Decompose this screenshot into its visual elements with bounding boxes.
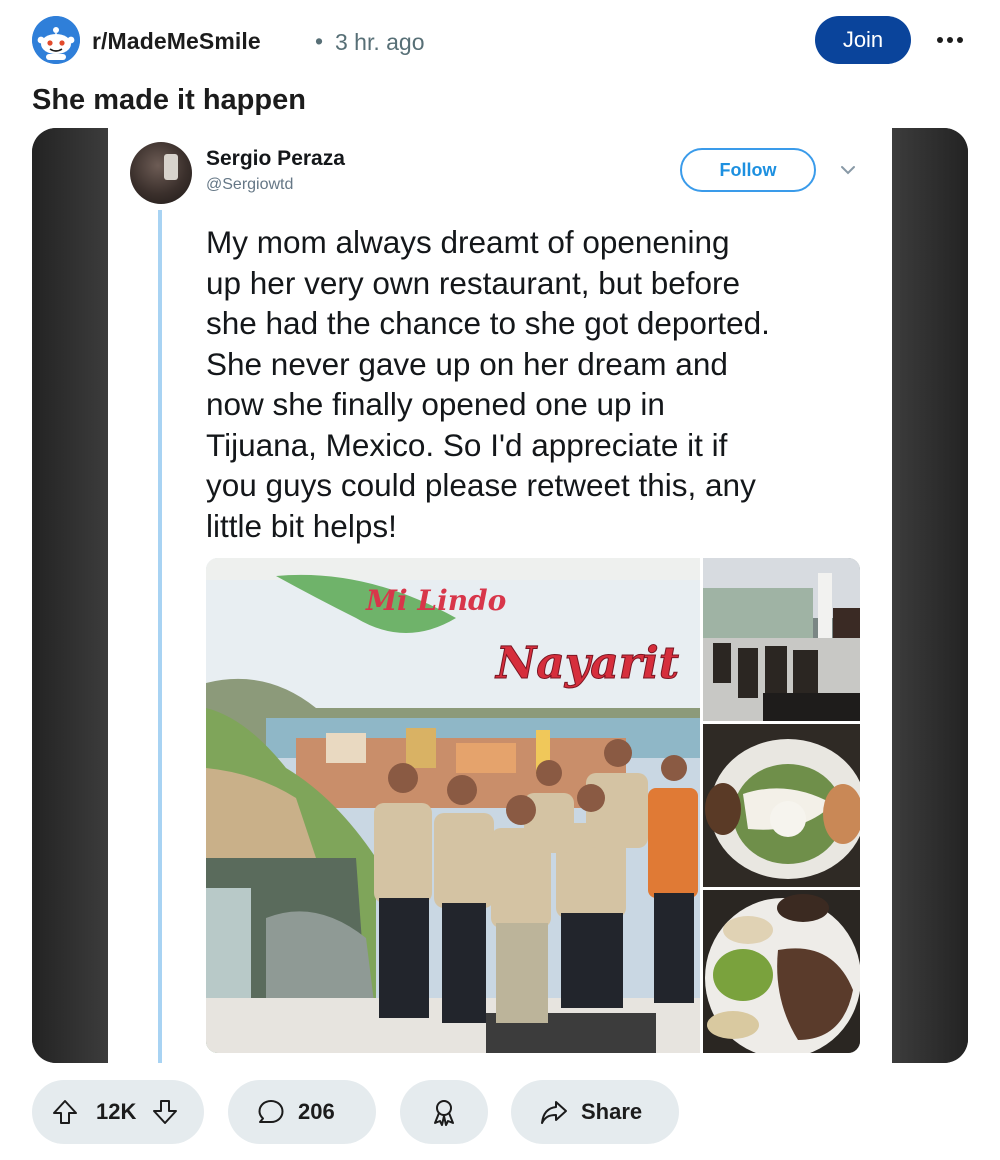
share-label: Share <box>581 1099 643 1124</box>
share-icon <box>541 1101 567 1124</box>
tweet-follow-button: Follow <box>680 148 816 192</box>
chevron-down-icon <box>841 166 855 175</box>
comments-button[interactable]: 206 <box>228 1080 376 1144</box>
upvote-icon[interactable] <box>50 1097 80 1127</box>
comment-icon <box>258 1100 284 1123</box>
mural-text-2: Nayarit <box>494 638 679 689</box>
subreddit-avatar[interactable] <box>32 16 80 64</box>
media-letterbox-left <box>32 128 108 1063</box>
restaurant-staff-photo: Mi Lindo Nayarit <box>206 558 700 1053</box>
tweet-photo-grid: Mi Lindo Nayarit <box>206 558 860 1053</box>
award-button[interactable] <box>400 1080 488 1144</box>
tweet-screenshot: Sergio Peraza @Sergiowtd Follow My mom a… <box>108 128 892 1063</box>
tweet-author-avatar <box>130 142 192 204</box>
post-action-bar: 12K 206 Share <box>32 1080 968 1144</box>
tweet-text: My mom always dreamt of openening up her… <box>206 224 770 544</box>
join-button[interactable]: Join <box>815 16 911 64</box>
share-button[interactable]: Share <box>511 1080 679 1144</box>
media-letterbox-right <box>892 128 968 1063</box>
tweet-author-name: Sergio Peraza <box>206 147 345 170</box>
thread-line <box>158 210 162 1063</box>
tweet-author-handle: @Sergiowtd <box>206 176 294 193</box>
vote-control: 12K <box>32 1080 204 1144</box>
post-title[interactable]: She made it happen <box>32 84 306 117</box>
dining-room-photo <box>703 558 860 721</box>
meta-separator: • <box>315 28 324 54</box>
award-icon <box>434 1100 454 1126</box>
subreddit-name[interactable]: r/MadeMeSmile <box>92 28 261 55</box>
comment-count: 206 <box>298 1099 335 1124</box>
downvote-icon[interactable] <box>150 1097 180 1127</box>
reddit-snoo-icon <box>32 16 80 64</box>
carne-asada-dish-photo <box>703 890 860 1053</box>
post-header: r/MadeMeSmile • 3 hr. ago Join <box>32 14 968 68</box>
overflow-menu-icon[interactable] <box>930 26 970 54</box>
enchiladas-dish-photo <box>703 724 860 887</box>
vote-count: 12K <box>96 1099 137 1124</box>
post-media[interactable]: Sergio Peraza @Sergiowtd Follow My mom a… <box>32 128 968 1063</box>
mural-text-1: Mi Lindo <box>365 584 506 617</box>
post-time: 3 hr. ago <box>335 29 425 55</box>
